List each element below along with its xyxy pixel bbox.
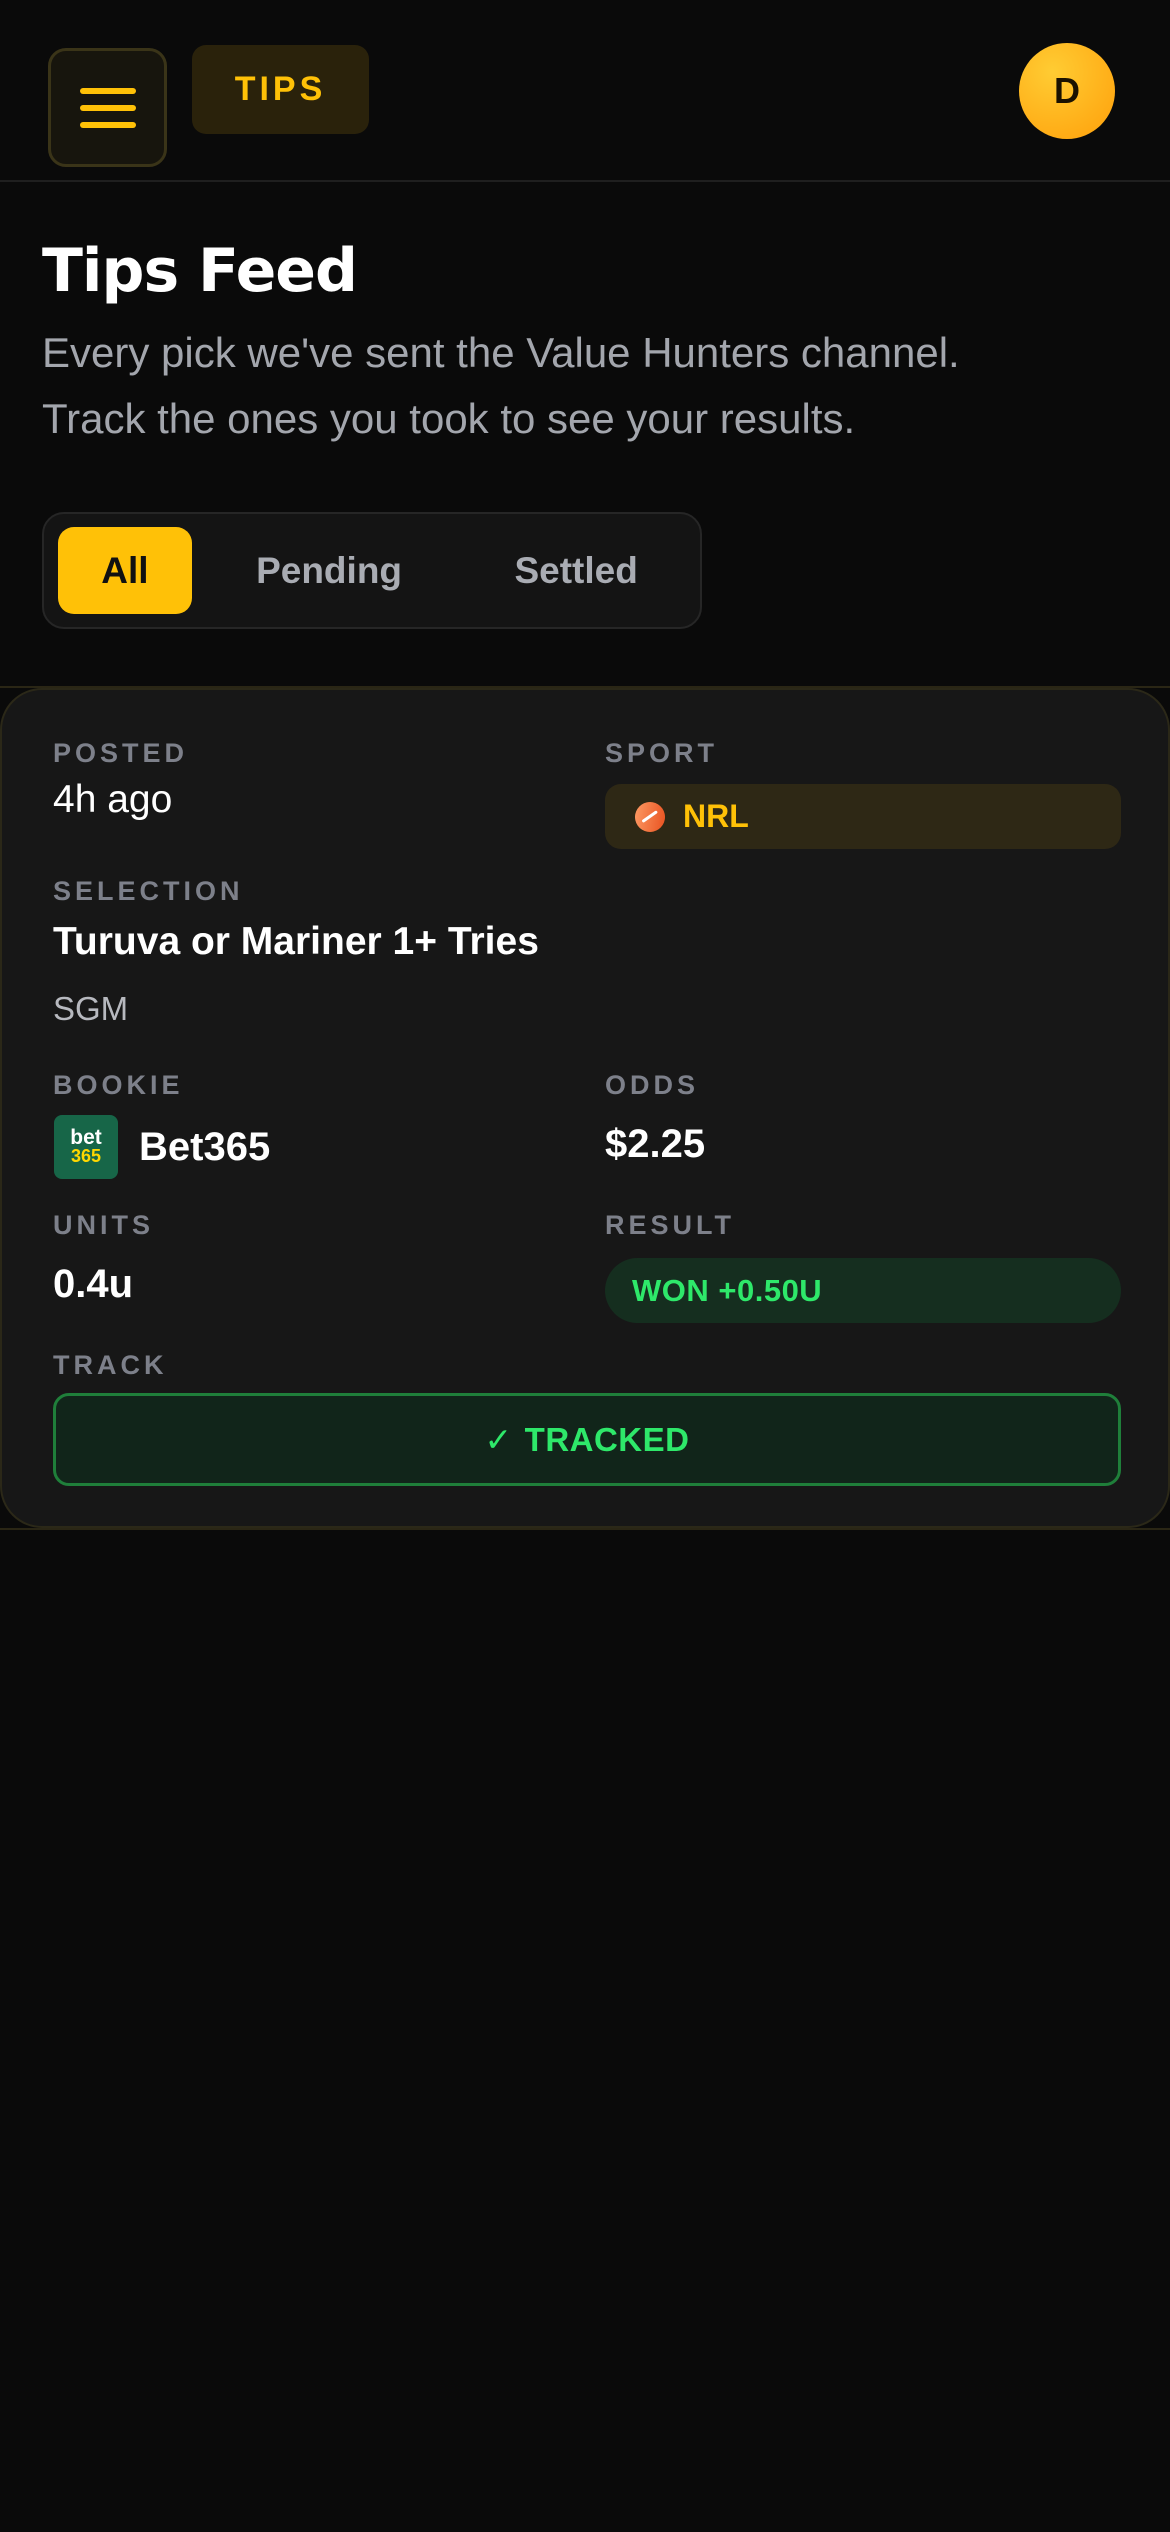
filter-pending-button[interactable]: Pending <box>192 527 467 614</box>
logo-text-bottom: 365 <box>70 1146 102 1166</box>
result-badge: WON +0.50U <box>605 1258 1121 1323</box>
bet365-logo-icon: bet 365 <box>54 1115 118 1179</box>
rugby-ball-icon <box>629 795 671 838</box>
subtitle-line: Track the ones you took to see your resu… <box>42 395 856 442</box>
result-label: RESULT <box>605 1210 735 1240</box>
page-title: Tips Feed <box>42 236 358 306</box>
tracked-button[interactable]: ✓ TRACKED <box>53 1393 1121 1486</box>
odds-label: ODDS <box>605 1070 700 1100</box>
track-label: TRACK <box>53 1350 168 1380</box>
filter-all-button[interactable]: All <box>58 527 192 614</box>
page-header: Tips Feed Every pick we've sent the Valu… <box>0 182 1170 686</box>
subtitle-line: Every pick we've sent the Value Hunters … <box>42 329 960 376</box>
menu-button[interactable] <box>48 48 167 167</box>
top-bar: TIPS D <box>0 0 1170 182</box>
bookie-label: BOOKIE <box>53 1070 184 1100</box>
selection-label: SELECTION <box>53 876 244 906</box>
hamburger-icon-line <box>79 121 136 128</box>
units-value: 0.4u <box>53 1262 134 1306</box>
page-subtitle: Every pick we've sent the Value Hunters … <box>42 320 1128 452</box>
sport-value: NRL <box>683 798 749 834</box>
hamburger-icon-line <box>79 87 136 94</box>
check-icon: ✓ <box>484 1421 513 1458</box>
units-label: UNITS <box>53 1210 154 1240</box>
posted-label: POSTED <box>53 738 189 768</box>
status-filter: All Pending Settled <box>42 512 702 629</box>
bookie-value: Bet365 <box>139 1125 271 1169</box>
logo-text-top: bet <box>70 1126 102 1149</box>
posted-value: 4h ago <box>53 778 173 821</box>
tips-badge[interactable]: TIPS <box>192 45 369 134</box>
avatar[interactable]: D <box>1019 43 1115 139</box>
filter-settled-button[interactable]: Settled <box>466 527 686 614</box>
selection-value: Turuva or Mariner 1+ Tries <box>53 920 539 963</box>
hamburger-icon-line <box>79 104 136 111</box>
tip-card: POSTED 4h ago SPORT NRL SELECTION Turuva… <box>0 688 1170 1528</box>
selection-type: SGM <box>53 990 129 1027</box>
sport-badge: NRL <box>605 784 1121 849</box>
divider <box>0 1528 1170 1530</box>
odds-value: $2.25 <box>605 1122 706 1166</box>
tracked-label: TRACKED <box>524 1420 690 1458</box>
sport-label: SPORT <box>605 738 719 768</box>
